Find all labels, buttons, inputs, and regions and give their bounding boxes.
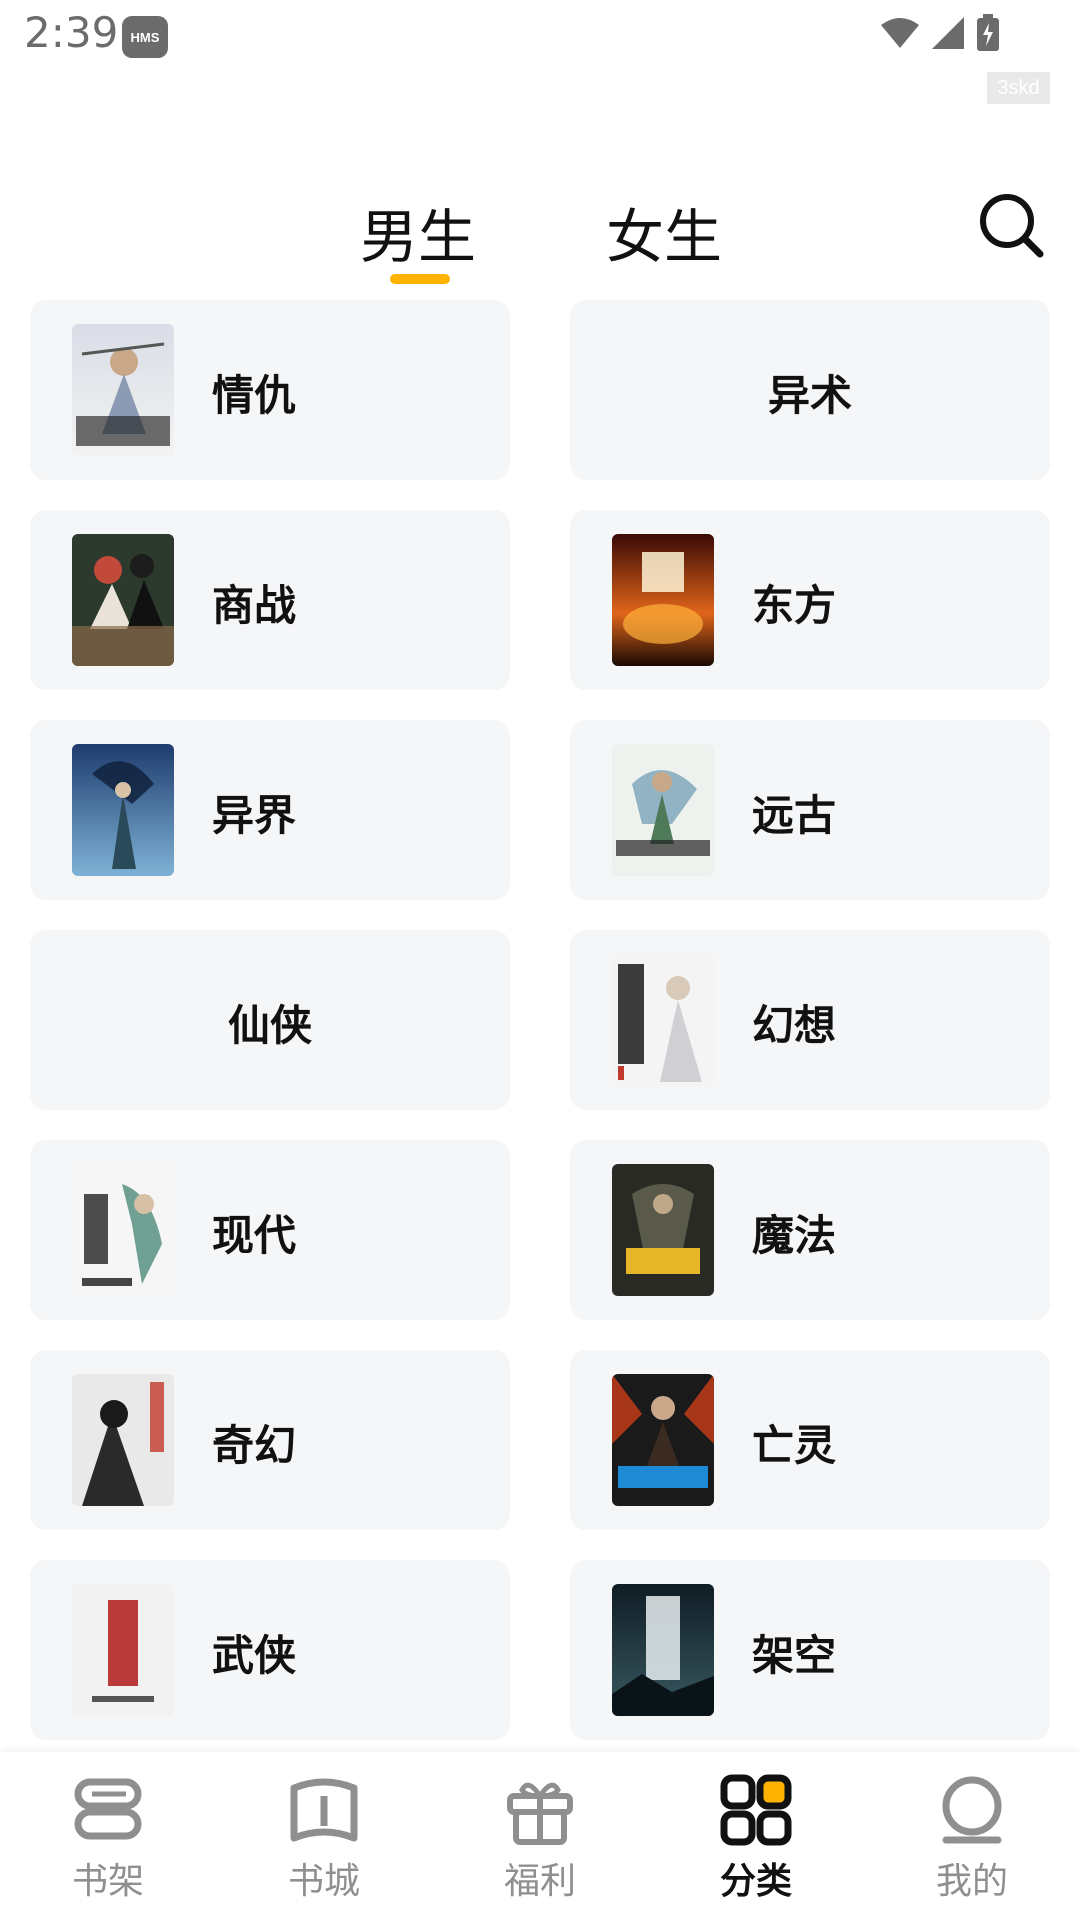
category-label: 远古 — [752, 791, 837, 840]
watermark-tag: 3skd — [987, 72, 1050, 104]
category-card[interactable]: 亡灵 — [570, 1350, 1050, 1530]
category-card[interactable]: 情仇 — [30, 300, 510, 480]
nav-label: 福利 — [503, 1861, 576, 1902]
wifi-icon — [880, 17, 920, 53]
nav-label: 书架 — [71, 1861, 144, 1902]
category-card[interactable]: 架空 — [570, 1560, 1050, 1740]
profile-icon — [942, 1776, 1002, 1844]
book-cover — [612, 954, 714, 1086]
status-time: 2:39 — [24, 8, 119, 57]
book-cover — [612, 744, 714, 876]
category-card[interactable]: 现代 — [30, 1140, 510, 1320]
nav-label: 书城 — [287, 1861, 360, 1902]
category-card[interactable]: 仙侠 — [30, 930, 510, 1110]
gender-tabs: 男生 女生 — [0, 180, 1080, 290]
category-label: 情仇 — [212, 371, 297, 420]
category-label: 东方 — [752, 581, 837, 630]
category-label: 架空 — [752, 1631, 837, 1680]
signal-icon — [930, 16, 966, 54]
category-card[interactable]: 奇幻 — [30, 1350, 510, 1530]
status-icons — [880, 14, 1000, 56]
category-label: 武侠 — [212, 1631, 297, 1680]
category-card[interactable]: 幻想 — [570, 930, 1050, 1110]
book-cover — [72, 1374, 174, 1506]
category-label: 商战 — [212, 581, 297, 630]
book-cover — [612, 1164, 714, 1296]
hms-badge: HMS — [122, 16, 168, 58]
nav-profile[interactable]: 我的 — [864, 1752, 1080, 1920]
category-card[interactable]: 东方 — [570, 510, 1050, 690]
book-cover — [72, 324, 174, 456]
nav-bookshelf[interactable]: 书架 — [0, 1752, 216, 1920]
nav-label: 分类 — [719, 1861, 792, 1902]
tab-female[interactable]: 女生 — [606, 190, 722, 274]
active-tab-indicator — [390, 274, 450, 284]
tab-male[interactable]: 男生 — [360, 190, 476, 274]
book-cover — [612, 534, 714, 666]
category-card[interactable]: 异术 — [570, 300, 1050, 480]
category-card[interactable]: 商战 — [30, 510, 510, 690]
category-card[interactable]: 异界 — [30, 720, 510, 900]
battery-charging-icon — [976, 14, 1000, 56]
category-label: 异界 — [212, 791, 297, 840]
category-label: 仙侠 — [227, 1001, 312, 1050]
category-grid-icon — [720, 1774, 792, 1846]
search-button[interactable] — [978, 192, 1046, 260]
gift-icon — [507, 1782, 573, 1845]
category-label: 异术 — [767, 371, 852, 420]
book-cover — [72, 1164, 174, 1296]
nav-label: 我的 — [935, 1861, 1008, 1902]
category-label: 幻想 — [752, 1001, 837, 1050]
bottom-nav: 书架 书城 福利 分类 我的 — [0, 1752, 1080, 1920]
nav-welfare[interactable]: 福利 — [432, 1752, 648, 1920]
book-cover — [612, 1584, 714, 1716]
nav-category[interactable]: 分类 — [648, 1752, 864, 1920]
nav-bookstore[interactable]: 书城 — [216, 1752, 432, 1920]
book-open-icon — [290, 1778, 358, 1842]
book-cover — [72, 744, 174, 876]
category-label: 魔法 — [752, 1211, 837, 1260]
category-card[interactable]: 远古 — [570, 720, 1050, 900]
bookshelf-icon — [74, 1778, 142, 1840]
category-label: 亡灵 — [752, 1421, 837, 1470]
book-cover — [72, 534, 174, 666]
category-label: 奇幻 — [212, 1421, 297, 1470]
status-bar: 2:39 HMS — [0, 0, 1080, 80]
category-card[interactable]: 魔法 — [570, 1140, 1050, 1320]
search-icon — [980, 194, 1044, 258]
book-cover — [612, 1374, 714, 1506]
book-cover — [72, 1584, 174, 1716]
category-card[interactable]: 武侠 — [30, 1560, 510, 1740]
category-label: 现代 — [212, 1211, 297, 1260]
